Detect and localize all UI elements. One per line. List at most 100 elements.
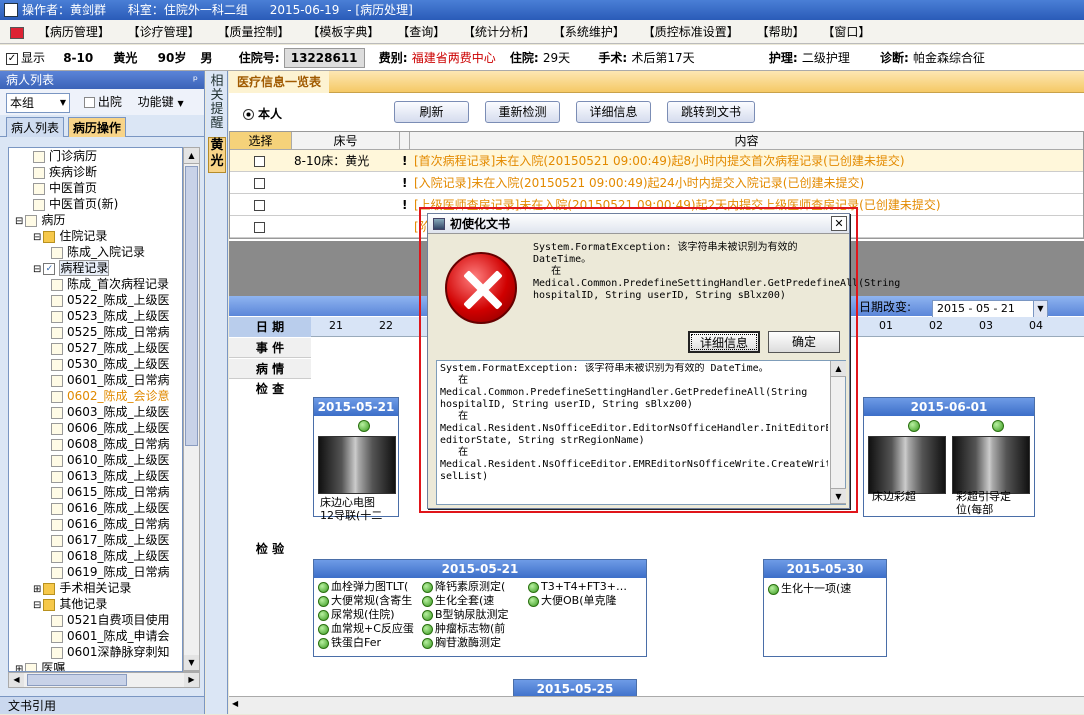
tab-record-operations[interactable]: 病历操作 — [67, 117, 126, 137]
group-select[interactable]: 本组 ▼ — [6, 92, 70, 113]
details-button[interactable]: 详细信息 — [688, 331, 760, 353]
related-reminder-tab[interactable]: 相关提醒 — [209, 75, 225, 131]
scroll-left-icon[interactable]: ◀ — [232, 699, 238, 708]
lab-item[interactable]: 尿常规(住院) — [318, 608, 395, 622]
lab-item[interactable]: 胸苷激酶测定 — [422, 636, 501, 650]
tree-node[interactable]: 陈成_入院记录 — [51, 244, 145, 260]
tree-node[interactable]: ⊞ 医嘱 — [15, 660, 65, 671]
menu-quality-control[interactable]: 【质量控制】 — [218, 20, 290, 44]
patient-name-tab[interactable]: 黄光 — [208, 137, 226, 173]
lab-item[interactable]: B型钠尿肽测定 — [422, 608, 509, 622]
menu-help[interactable]: 【帮助】 — [757, 20, 805, 44]
tree-node[interactable]: 0603_陈成_上级医 — [51, 404, 170, 420]
lab-item[interactable]: 生化全套(速 — [422, 594, 494, 608]
expand-toggle-icon[interactable]: ⊞ — [15, 664, 23, 671]
tree-node[interactable]: ⊟ 病历 — [15, 212, 65, 228]
tree-node[interactable]: 门诊病历 — [33, 148, 97, 164]
tree-node[interactable]: 0527_陈成_上级医 — [51, 340, 170, 356]
row-checkbox[interactable] — [254, 156, 265, 167]
scroll-down-icon[interactable]: ▼ — [831, 488, 846, 504]
menu-system[interactable]: 【系统维护】 — [553, 20, 625, 44]
recheck-button[interactable]: 重新检测 — [485, 101, 560, 123]
tree-node[interactable]: 0616_陈成_上级医 — [51, 500, 170, 516]
tree-node[interactable]: ⊟ 其他记录 — [33, 596, 107, 612]
discharge-checkbox[interactable] — [83, 97, 95, 108]
tab-patient-list[interactable]: 病人列表 — [6, 117, 65, 137]
tree-node[interactable]: 0608_陈成_日常病 — [51, 436, 170, 452]
self-radio[interactable]: 本人 — [243, 105, 282, 122]
tree-node[interactable]: 0610_陈成_上级医 — [51, 452, 170, 468]
menu-template-dict[interactable]: 【模板字典】 — [307, 20, 379, 44]
row-checkbox[interactable] — [254, 178, 265, 189]
expand-toggle-icon[interactable]: ⊟ — [33, 232, 41, 243]
lab-card[interactable]: 2015-05-30 生化十一项(速 — [763, 559, 887, 657]
col-header-select[interactable]: 选择 — [230, 132, 292, 150]
table-row[interactable]: 8-10床：黄光! [首次病程记录]未在入院(20150521 09:00:49)… — [230, 150, 1083, 172]
menu-query[interactable]: 【查询】 — [397, 20, 445, 44]
exam-card[interactable]: 2015-05-21 床边心电图 12导联(十二 — [313, 397, 399, 522]
tree-node[interactable]: 0523_陈成_上级医 — [51, 308, 170, 324]
doc-reference-tab[interactable]: 文书引用 — [0, 696, 204, 714]
pin-icon[interactable]: ᵖ — [193, 71, 198, 89]
expand-toggle-icon[interactable]: ⊟ — [33, 264, 41, 275]
jump-to-document-button[interactable]: 跳转到文书 — [667, 101, 755, 123]
close-icon[interactable]: ✕ — [831, 216, 847, 231]
exam-card[interactable]: 2015-06-01 床边彩超 彩超引导定 位(每部 — [863, 397, 1035, 517]
tree-node[interactable]: ⊟ ✓ 病程记录 — [33, 260, 110, 276]
tree-node[interactable]: 0619_陈成_日常病 — [51, 564, 170, 580]
table-row[interactable]: ! [入院记录]未在入院(20150521 09:00:49)起24小时内提交入院… — [230, 172, 1083, 194]
lab-item[interactable]: 血常规+C反应蛋 — [318, 622, 414, 636]
chevron-down-icon[interactable]: ▼ — [1033, 301, 1047, 317]
tree-node[interactable]: 中医首页 — [33, 180, 97, 196]
menu-app-icon[interactable] — [10, 26, 24, 39]
tree-node[interactable]: ⊞ 手术相关记录 — [33, 580, 131, 596]
tree-node[interactable]: 0615_陈成_日常病 — [51, 484, 170, 500]
function-key-button[interactable]: 功能键 ▼ — [138, 95, 184, 109]
tree-node[interactable]: 0616_陈成_日常病 — [51, 516, 170, 532]
xray-thumbnail[interactable] — [868, 436, 946, 494]
row-checkbox[interactable] — [254, 222, 265, 233]
hscroll-thumb[interactable] — [27, 674, 127, 686]
tree-horizontal-scrollbar[interactable]: ◀ ▶ — [8, 672, 200, 688]
lab-card[interactable]: 2015-05-21 血栓弹力图TLT(大便常规(含寄生 尿常规(住院) 血常规+C… — [313, 559, 647, 657]
scroll-up-icon[interactable]: ▲ — [184, 148, 199, 164]
scroll-thumb[interactable] — [185, 166, 198, 446]
tree-node[interactable]: 0606_陈成_上级医 — [51, 420, 170, 436]
lab-item[interactable]: 肿瘤标志物(前 — [422, 622, 505, 636]
lab-item[interactable]: 生化十一项(速 — [768, 582, 851, 596]
tree-node[interactable]: 中医首页(新) — [33, 196, 118, 212]
scroll-down-icon[interactable]: ▼ — [184, 655, 199, 671]
expand-toggle-icon[interactable]: ⊟ — [33, 600, 41, 611]
menu-diagnosis[interactable]: 【诊疗管理】 — [128, 20, 200, 44]
lab-item[interactable]: 铁蛋白Fer — [318, 636, 381, 650]
tree-node[interactable]: 0525_陈成_日常病 — [51, 324, 170, 340]
tree-node[interactable]: 0601_陈成_申请会 — [51, 628, 170, 644]
tree-node[interactable]: 0601_陈成_日常病 — [51, 372, 170, 388]
tab-medical-overview[interactable]: 医疗信息一览表 — [229, 71, 330, 93]
ok-button[interactable]: 确定 — [768, 331, 840, 353]
tree-node[interactable]: 陈成_首次病程记录 — [51, 276, 169, 292]
menu-medical-record[interactable]: 【病历管理】 — [38, 20, 110, 44]
xray-thumbnail[interactable] — [952, 436, 1030, 494]
lab-item[interactable]: T3+T4+FT3+… — [528, 580, 627, 594]
lab-item[interactable]: 大便常规(含寄生 — [318, 594, 412, 608]
main-horizontal-scrollbar[interactable]: ◀ — [229, 696, 1084, 714]
date-picker[interactable]: 2015 - 05 - 21 ▼ — [932, 300, 1048, 318]
scroll-left-icon[interactable]: ◀ — [9, 673, 24, 687]
scroll-up-icon[interactable]: ▲ — [831, 361, 846, 377]
refresh-button[interactable]: 刷新 — [394, 101, 469, 123]
col-header-content[interactable]: 内容 — [410, 132, 1083, 150]
tree-node[interactable]: 0601深静脉穿刺知 — [51, 644, 170, 660]
show-checkbox[interactable]: ✓ — [6, 52, 18, 65]
tree-node[interactable]: 0613_陈成_上级医 — [51, 468, 170, 484]
lab-item[interactable]: 大便OB(单克隆 — [528, 594, 617, 608]
xray-thumbnail[interactable] — [318, 436, 396, 494]
tree-node[interactable]: ⊟ 住院记录 — [33, 228, 107, 244]
menu-qc-standard[interactable]: 【质控标准设置】 — [643, 20, 739, 44]
expand-toggle-icon[interactable]: ⊞ — [33, 584, 41, 595]
tree-vertical-scrollbar[interactable]: ▲ ▼ — [183, 147, 200, 672]
tree-node[interactable]: 0602_陈成_会诊意 — [51, 388, 170, 404]
lab-item[interactable]: 降钙素原测定( — [422, 580, 505, 594]
tree-node[interactable]: 0521自费项目使用 — [51, 612, 170, 628]
error-detail-textbox[interactable]: System.FormatException: 该字符串未被识别为有效的 Dat… — [436, 360, 846, 505]
